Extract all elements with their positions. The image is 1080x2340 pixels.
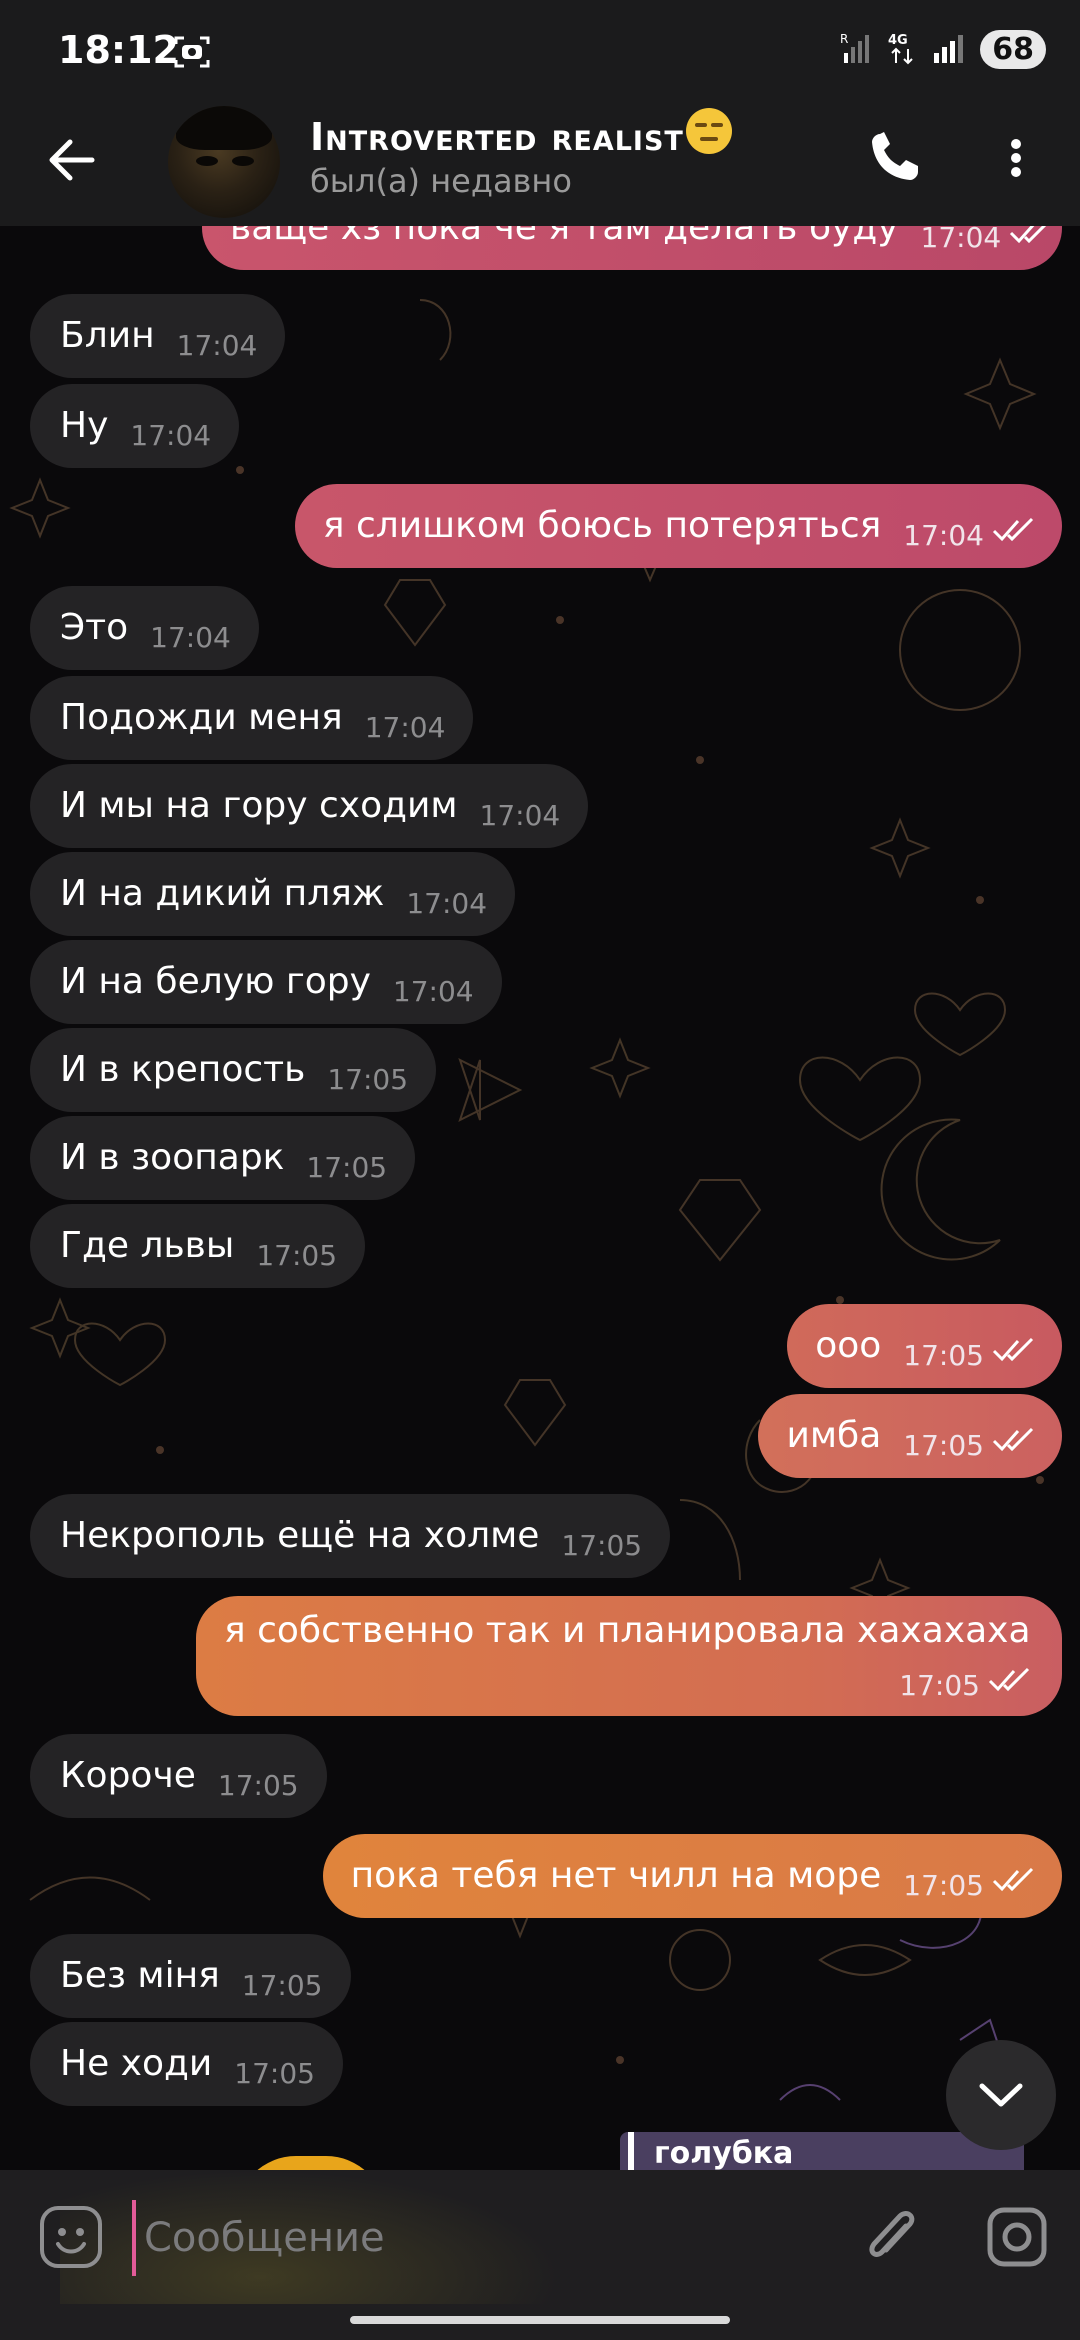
message-text: Блин: [60, 315, 155, 356]
message-time: 17:04: [406, 887, 488, 920]
message-text: Где львы: [60, 1225, 235, 1266]
message-text: Подожди меня: [60, 697, 343, 738]
message-text: Ну: [60, 405, 109, 446]
message-time: 17:05: [306, 1151, 388, 1184]
svg-text:4G: 4G: [888, 33, 908, 48]
signal-r-icon: R: [840, 31, 874, 69]
status-icons: R 4G 68: [840, 30, 1046, 69]
more-vert-icon[interactable]: [1006, 128, 1026, 188]
chat-title[interactable]: Introverted realist: [310, 108, 732, 159]
message-time: 17:04: [150, 621, 231, 654]
phone-icon[interactable]: [866, 126, 922, 186]
message-bubble-outgoing[interactable]: ооо 17:05: [787, 1304, 1062, 1388]
home-indicator[interactable]: [350, 2316, 730, 2324]
message-bubble-outgoing[interactable]: я слишком боюсь потеряться 17:04: [294, 484, 1062, 568]
message-bubble-incoming[interactable]: И на дикий пляж 17:04: [30, 852, 516, 936]
message-time: 17:05: [903, 1429, 984, 1462]
avatar[interactable]: [168, 106, 280, 218]
message-bubble-incoming[interactable]: Это 17:04: [30, 586, 259, 670]
scroll-down-button[interactable]: [946, 2040, 1056, 2150]
message-time: 17:05: [241, 1969, 323, 2002]
message-bubble-incoming[interactable]: И в зоопарк 17:05: [30, 1116, 416, 1200]
message-text: ваще хз пока че я там делать буду: [230, 226, 899, 248]
telegram-chat-screen: 18:12 R 4G 68 Introverted realist был(а)…: [0, 0, 1080, 2340]
double-check-icon: [992, 517, 1034, 542]
message-text: я собственно так и планировала хахахаха: [224, 1610, 1031, 1651]
reply-author-name: голубка: [654, 2136, 794, 2170]
message-bubble-incoming[interactable]: И на белую гору 17:04: [30, 940, 502, 1024]
message-time: 17:04: [364, 711, 446, 744]
message-bubble-incoming[interactable]: Где львы 17:05: [30, 1204, 366, 1288]
message-text: И мы на гору сходим: [60, 785, 458, 826]
message-time: 17:04: [392, 975, 474, 1008]
svg-text:R: R: [840, 32, 848, 46]
status-time: 18:12: [58, 28, 179, 72]
message-time: 17:04: [176, 329, 258, 362]
message-text: я слишком боюсь потеряться: [322, 505, 882, 546]
message-bubble-outgoing[interactable]: ваще хз пока че я там делать буду 17:04: [202, 226, 1062, 270]
message-text: пока тебя нет чилл на море: [350, 1855, 882, 1896]
message-bubble-incoming[interactable]: Ну 17:04: [30, 384, 240, 468]
attach-icon[interactable]: [862, 2202, 922, 2272]
battery-badge: 68: [980, 30, 1046, 69]
message-time: 17:04: [479, 799, 561, 832]
message-bubble-incoming[interactable]: И в крепость 17:05: [30, 1028, 437, 1112]
chat-last-seen: был(а) недавно: [310, 162, 572, 200]
message-text: Без міня: [60, 1955, 220, 1996]
double-check-icon: [992, 1867, 1034, 1892]
status-bar: 18:12 R 4G 68: [0, 0, 1080, 100]
double-check-icon: [988, 1667, 1030, 1692]
double-check-icon: [992, 1337, 1034, 1362]
message-bubble-incoming[interactable]: Некрополь ещё на холме 17:05: [30, 1494, 671, 1578]
chevron-down-icon: [979, 2083, 1023, 2107]
message-text: И на дикий пляж: [60, 873, 385, 914]
message-text: И на белую гору: [60, 961, 371, 1002]
message-text: И в крепость: [60, 1049, 306, 1090]
message-bubble-incoming[interactable]: Короче 17:05: [30, 1734, 327, 1818]
message-time: 17:05: [903, 1869, 984, 1902]
emoji-icon[interactable]: [38, 2204, 104, 2270]
message-bubble-incoming[interactable]: Подожди меня 17:04: [30, 676, 474, 760]
system-navigation-bar: [0, 2304, 1080, 2340]
message-time: 17:05: [561, 1529, 643, 1562]
signal-icon: [932, 31, 966, 69]
double-check-icon: [992, 1427, 1034, 1452]
back-arrow-icon[interactable]: [44, 130, 100, 190]
expressionless-face-emoji: [685, 108, 732, 154]
message-text: Некрополь ещё на холме: [60, 1515, 540, 1556]
message-text: Не ходи: [60, 2043, 213, 2084]
chat-title-text: Introverted realist: [310, 115, 684, 159]
message-bubble-incoming[interactable]: Блин 17:04: [30, 294, 286, 378]
message-bubble-outgoing[interactable]: я собственно так и планировала хахахаха …: [196, 1596, 1062, 1716]
message-bubble-outgoing[interactable]: пока тебя нет чилл на море 17:05: [322, 1834, 1062, 1918]
reply-message-peek[interactable]: голубка: [620, 2132, 1024, 2170]
message-time: 17:05: [903, 1339, 984, 1372]
screen-record-icon: [172, 32, 212, 76]
message-bubble-outgoing[interactable]: имба 17:05: [758, 1394, 1062, 1478]
message-input[interactable]: [132, 2200, 846, 2276]
chat-header: Introverted realist был(а) недавно: [0, 100, 1080, 226]
message-time: 17:05: [234, 2057, 315, 2090]
message-time: 17:04: [130, 419, 212, 452]
message-time: 17:04: [903, 519, 984, 552]
message-bubble-incoming[interactable]: Не ходи 17:05: [30, 2022, 343, 2106]
message-composer: [0, 2170, 1080, 2304]
message-time: 17:05: [217, 1769, 299, 1802]
message-time: 17:05: [327, 1063, 409, 1096]
camera-icon[interactable]: [984, 2204, 1050, 2270]
message-time: 17:05: [899, 1669, 980, 1702]
message-list[interactable]: ваще хз пока че я там делать буду 17:04 Б…: [0, 226, 1080, 2170]
message-text: Короче: [60, 1755, 196, 1796]
message-bubble-incoming[interactable]: Без міня 17:05: [30, 1934, 351, 2018]
message-text: Это: [60, 607, 129, 648]
4g-icon: 4G: [888, 31, 918, 69]
message-time: 17:05: [256, 1239, 338, 1272]
message-bubble-incoming[interactable]: И мы на гору сходим 17:04: [30, 764, 589, 848]
message-text: имба: [786, 1415, 882, 1456]
message-meta: 17:05: [224, 1655, 1032, 1702]
message-text: ооо: [815, 1325, 882, 1366]
message-time: 17:04: [920, 226, 1002, 254]
message-text: И в зоопарк: [60, 1137, 285, 1178]
double-check-icon: [1010, 226, 1047, 244]
